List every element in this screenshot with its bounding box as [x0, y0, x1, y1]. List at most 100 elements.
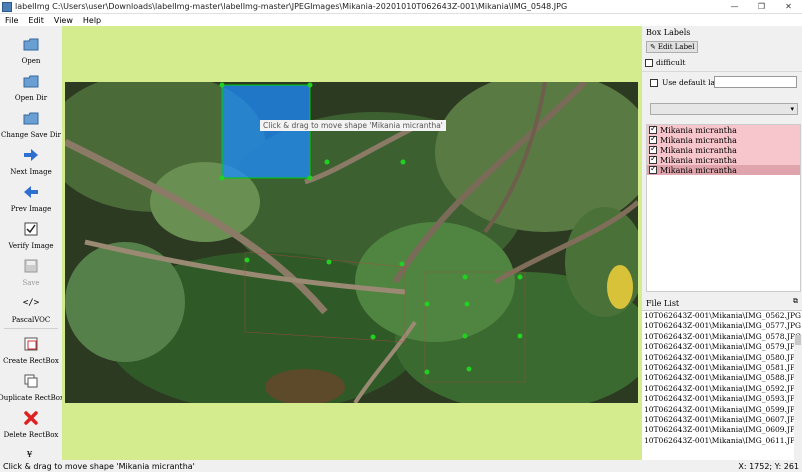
folder-icon [23, 73, 39, 89]
scrollbar-thumb[interactable] [795, 335, 801, 345]
pascalvoc-button[interactable]: </> PascalVOC [0, 289, 62, 325]
delete-icon [23, 410, 39, 426]
label-list[interactable]: Mikania micrantha Mikania micrantha Mika… [646, 124, 801, 292]
minimize-button[interactable]: — [721, 0, 748, 14]
next-image-button[interactable]: Next Image [0, 141, 62, 177]
image-canvas[interactable]: Click & drag to move shape 'Mikania micr… [62, 26, 642, 460]
change-save-dir-label: Change Save Dir [1, 131, 61, 139]
toolbar-more-icon[interactable]: ¥ [27, 450, 32, 459]
verify-image-label: Verify Image [8, 242, 54, 250]
change-save-dir-button[interactable]: Change Save Dir [0, 104, 62, 140]
save-label: Save [22, 279, 40, 287]
create-rect-icon [23, 336, 39, 352]
label-text: Mikania micrantha [660, 155, 737, 165]
label-combo-box[interactable]: ▾ [650, 103, 798, 115]
right-panel: Box Labels ✎ Edit Label difficult Use de… [642, 26, 802, 461]
label-text: Mikania micrantha [660, 165, 737, 175]
label-visibility-checkbox[interactable] [649, 124, 657, 134]
label-visibility-checkbox[interactable] [649, 164, 657, 174]
edit-label-button[interactable]: ✎ Edit Label [646, 41, 699, 53]
verify-icon [23, 221, 39, 237]
float-dock-icon[interactable]: ⧉ [793, 297, 798, 306]
label-list-item[interactable]: Mikania micrantha [647, 154, 800, 165]
label-visibility-checkbox[interactable] [649, 154, 657, 164]
label-list-item[interactable]: Mikania micrantha [647, 144, 800, 155]
difficult-checkbox[interactable] [645, 58, 653, 67]
file-list-item[interactable]: 10T062643Z-001\Mikania\IMG_0579.JPG [642, 342, 802, 352]
close-button[interactable]: ✕ [775, 0, 802, 14]
edit-label-text: Edit Label [657, 43, 695, 51]
label-text: Mikania micrantha [660, 125, 737, 135]
file-list-item[interactable]: 10T062643Z-001\Mikania\IMG_0599.JPG [642, 405, 802, 415]
app-icon [2, 1, 12, 12]
file-list-item[interactable]: 10T062643Z-001\Mikania\IMG_0593.JPG [642, 394, 802, 404]
open-dir-button[interactable]: Open Dir [0, 67, 62, 103]
menu-view[interactable]: View [49, 16, 78, 25]
label-list-item[interactable]: Mikania micrantha [647, 134, 800, 145]
default-label-input[interactable] [714, 76, 797, 88]
open-label: Open [21, 57, 41, 65]
verify-image-button[interactable]: Verify Image [0, 215, 62, 251]
file-list[interactable]: 10T062643Z-001\Mikania\IMG_0562.JPG 10T0… [642, 310, 802, 461]
toolbar-divider [4, 328, 58, 329]
toolbar: Open Open Dir Change Save Dir Next Image… [0, 26, 64, 460]
duplicate-rectbox-label: Duplicate RectBox [0, 394, 64, 402]
delete-rectbox-label: Delete RectBox [3, 431, 59, 439]
next-image-label: Next Image [10, 168, 52, 176]
chevron-down-icon: ▾ [790, 105, 794, 113]
maximize-button[interactable]: ❐ [748, 0, 775, 14]
edit-icon: ✎ [650, 43, 656, 51]
file-list-item[interactable]: 10T062643Z-001\Mikania\IMG_0609.JPG [642, 425, 802, 435]
file-list-scrollbar[interactable] [794, 335, 802, 461]
panel-divider [642, 71, 802, 72]
folder-icon [23, 110, 39, 126]
create-rectbox-label: Create RectBox [3, 357, 59, 365]
prev-image-label: Prev Image [10, 205, 52, 213]
file-list-item[interactable]: 10T062643Z-001\Mikania\IMG_0581.JPG [642, 363, 802, 373]
duplicate-rectbox-button[interactable]: Duplicate RectBox [0, 367, 64, 403]
menu-bar: File Edit View Help [0, 14, 802, 26]
cursor-coordinates: X: 1752; Y: 261 [738, 461, 799, 471]
label-list-item-selected[interactable]: Mikania micrantha [647, 164, 800, 175]
status-bar: Click & drag to move shape 'Mikania micr… [0, 460, 802, 472]
file-list-title-text: File List [646, 298, 680, 308]
label-visibility-checkbox[interactable] [649, 134, 657, 144]
create-rectbox-button[interactable]: Create RectBox [0, 330, 62, 366]
menu-edit[interactable]: Edit [23, 16, 49, 25]
label-text: Mikania micrantha [660, 145, 737, 155]
open-dir-label: Open Dir [14, 94, 48, 102]
menu-help[interactable]: Help [78, 16, 106, 25]
menu-file[interactable]: File [0, 16, 23, 25]
status-message: Click & drag to move shape 'Mikania micr… [3, 461, 195, 471]
delete-rectbox-button[interactable]: Delete RectBox [0, 404, 62, 440]
file-list-item[interactable]: 10T062643Z-001\Mikania\IMG_0607.JPG [642, 415, 802, 425]
save-button[interactable]: Save [0, 252, 62, 288]
open-button[interactable]: Open [0, 30, 62, 66]
prev-image-button[interactable]: Prev Image [0, 178, 62, 214]
label-visibility-checkbox[interactable] [649, 144, 657, 154]
folder-icon [23, 36, 39, 52]
box-labels-title: Box Labels [646, 27, 691, 37]
shape-tooltip: Click & drag to move shape 'Mikania micr… [260, 120, 446, 131]
file-list-item[interactable]: 10T062643Z-001\Mikania\IMG_0588.JPG [642, 373, 802, 383]
file-list-item[interactable]: 10T062643Z-001\Mikania\IMG_0580.JPG [642, 353, 802, 363]
title-bar: labelImg C:\Users\user\Downloads\labelIm… [0, 0, 802, 14]
file-list-item[interactable]: 10T062643Z-001\Mikania\IMG_0577.JPG [642, 321, 802, 331]
save-icon [23, 258, 39, 274]
pascalvoc-label: PascalVOC [11, 316, 51, 324]
file-list-title: File List ⧉ [642, 297, 802, 309]
format-icon: </> [22, 298, 40, 308]
difficult-checkbox-row[interactable]: difficult [645, 58, 685, 67]
difficult-label: difficult [656, 58, 686, 67]
window-title: labelImg C:\Users\user\Downloads\labelIm… [15, 2, 568, 11]
file-list-item[interactable]: 10T062643Z-001\Mikania\IMG_0592.JPG [642, 384, 802, 394]
label-list-item[interactable]: Mikania micrantha [647, 124, 800, 135]
file-list-item[interactable]: 10T062643Z-001\Mikania\IMG_0611.JPG [642, 436, 802, 446]
annotated-photo: Click & drag to move shape 'Mikania micr… [65, 82, 638, 403]
arrow-left-icon [23, 184, 39, 200]
file-list-item[interactable]: 10T062643Z-001\Mikania\IMG_0562.JPG [642, 311, 802, 321]
duplicate-icon [23, 373, 39, 389]
file-list-item[interactable]: 10T062643Z-001\Mikania\IMG_0578.JPG [642, 332, 802, 342]
use-default-label-checkbox[interactable] [650, 78, 658, 87]
arrow-right-icon [23, 147, 39, 163]
